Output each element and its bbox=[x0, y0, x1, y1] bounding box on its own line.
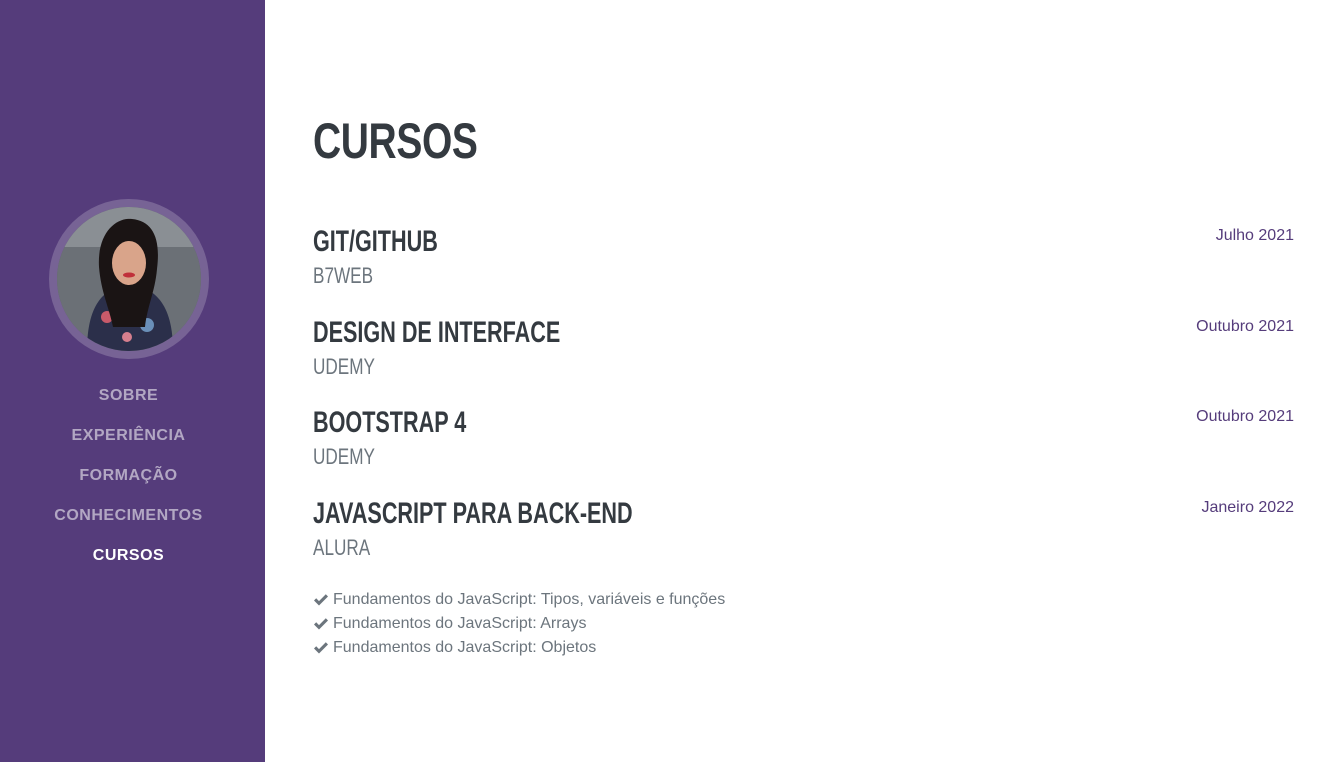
course-name: DESIGN DE INTERFACE bbox=[313, 316, 561, 349]
course-name: BOOTSTRAP 4 bbox=[313, 406, 467, 439]
check-icon bbox=[313, 641, 329, 655]
course-date: Julho 2021 bbox=[1215, 227, 1294, 244]
course-name: GIT/GITHUB bbox=[313, 225, 438, 258]
nav-item-formacao[interactable]: FORMAÇÃO bbox=[0, 465, 257, 505]
topic-text: Fundamentos do JavaScript: Objetos bbox=[333, 639, 597, 656]
course-school: UDEMY bbox=[313, 354, 375, 379]
page-title: CURSOS bbox=[313, 113, 478, 169]
course-date: Outubro 2021 bbox=[1196, 318, 1294, 335]
check-icon bbox=[313, 593, 329, 607]
topic-text: Fundamentos do JavaScript: Tipos, variáv… bbox=[333, 591, 726, 608]
check-icon bbox=[313, 617, 329, 631]
course-school: B7WEB bbox=[313, 263, 374, 288]
sidebar: SOBRE EXPERIÊNCIA FORMAÇÃO CONHECIMENTOS… bbox=[0, 0, 265, 762]
course-school: UDEMY bbox=[313, 444, 375, 469]
sidebar-nav: SOBRE EXPERIÊNCIA FORMAÇÃO CONHECIMENTOS… bbox=[0, 385, 257, 585]
nav-item-sobre[interactable]: SOBRE bbox=[0, 385, 257, 425]
course-date: Janeiro 2022 bbox=[1201, 499, 1294, 516]
topic-item: Fundamentos do JavaScript: Objetos bbox=[313, 636, 725, 660]
course-date: Outubro 2021 bbox=[1196, 408, 1294, 425]
topic-item: Fundamentos do JavaScript: Tipos, variáv… bbox=[313, 588, 725, 612]
topic-item: Fundamentos do JavaScript: Arrays bbox=[313, 612, 725, 636]
course-topics: Fundamentos do JavaScript: Tipos, variáv… bbox=[313, 588, 725, 660]
course-name: JAVASCRIPT PARA BACK-END bbox=[313, 497, 633, 530]
nav-item-cursos[interactable]: CURSOS bbox=[0, 545, 257, 585]
topic-text: Fundamentos do JavaScript: Arrays bbox=[333, 615, 587, 632]
nav-item-experiencia[interactable]: EXPERIÊNCIA bbox=[0, 425, 257, 465]
avatar bbox=[49, 199, 209, 359]
course-school: ALURA bbox=[313, 535, 371, 560]
profile-photo bbox=[57, 207, 201, 351]
nav-item-conhecimentos[interactable]: CONHECIMENTOS bbox=[0, 505, 257, 545]
